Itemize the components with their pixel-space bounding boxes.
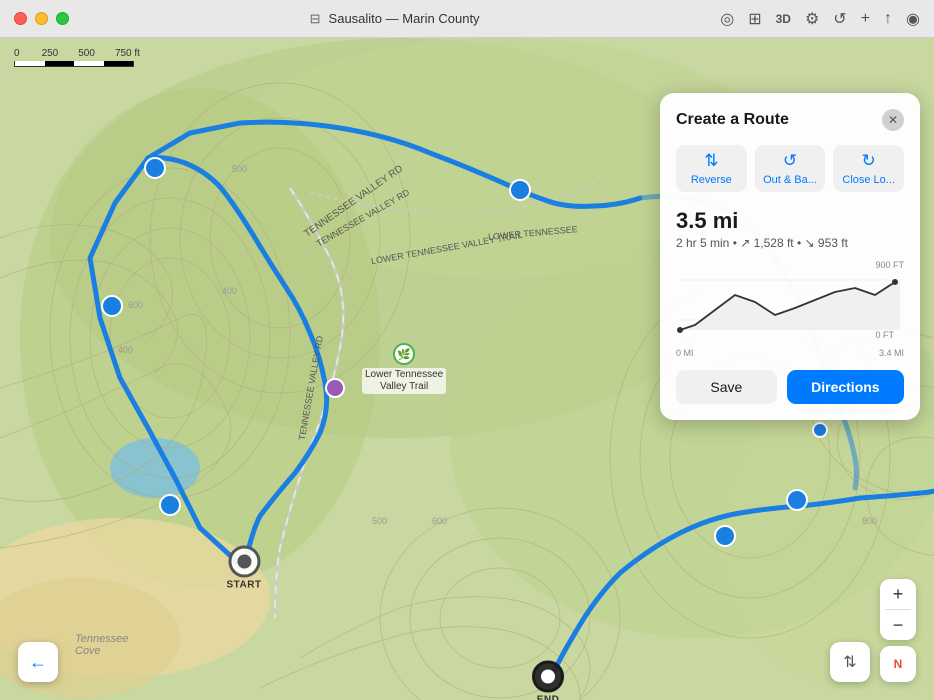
panel-buttons: Save Directions — [676, 370, 904, 404]
elevation-svg — [676, 260, 904, 340]
elevation-end-x: 3.4 MI — [879, 348, 904, 358]
svg-text:→: → — [515, 186, 525, 197]
distance-display: 3.5 mi — [676, 208, 904, 234]
svg-text:↑: ↑ — [168, 501, 173, 512]
zoom-in-button[interactable]: + — [880, 579, 916, 609]
elevation-x-labels: 0 MI 3.4 MI — [676, 348, 904, 358]
svg-text:←: ← — [720, 532, 730, 543]
scale-label-500: 500 — [78, 48, 95, 59]
end-marker: END — [532, 661, 564, 700]
scale-seg-4 — [104, 61, 134, 66]
map[interactable]: → ↑ ↑ → → ← TENNESSEE VALLEY RD LOWER TE… — [0, 38, 934, 700]
close-loop-button[interactable]: ↻ Close Lo... — [833, 145, 904, 192]
scale-seg-3 — [74, 61, 104, 66]
close-button[interactable] — [14, 12, 27, 25]
reverse-icon: ⇅ — [704, 151, 718, 171]
scale-label-750: 750 ft — [115, 48, 140, 59]
svg-text:→: → — [150, 164, 160, 175]
poi-container: 🌿 Lower TennesseeValley Trail — [362, 343, 446, 394]
action-buttons: ⇅ Reverse ↺ Out & Ba... ↻ Close Lo... — [676, 145, 904, 192]
scale-labels: 0 250 500 750 ft — [14, 48, 140, 59]
start-marker: START — [226, 546, 261, 591]
back-icon: ← — [29, 652, 47, 673]
3d-icon[interactable]: 3D — [776, 12, 791, 26]
elevation-min-label: 0 FT — [875, 330, 904, 340]
account-icon[interactable]: ◉ — [906, 9, 920, 29]
window-icon: ⊟ — [310, 11, 321, 27]
end-label: END — [537, 695, 560, 700]
maximize-button[interactable] — [56, 12, 69, 25]
route-filter-icon: ⇅ — [843, 652, 856, 672]
add-icon[interactable]: + — [861, 10, 870, 28]
scale-label-0: 0 — [14, 48, 20, 59]
window-title: Sausalito — Marin County — [329, 11, 480, 26]
end-marker-dot — [541, 670, 555, 684]
reverse-button[interactable]: ⇅ Reverse — [676, 145, 747, 192]
end-marker-ring — [532, 661, 564, 693]
traffic-lights — [14, 12, 69, 25]
scale-label-250: 250 — [42, 48, 59, 59]
location-icon[interactable]: ◎ — [720, 9, 734, 29]
start-marker-dot — [237, 555, 251, 569]
traffic-icon[interactable]: ⚙ — [805, 9, 819, 29]
share-icon[interactable]: ↑ — [884, 10, 892, 28]
compass-button[interactable]: N — [880, 646, 916, 682]
scale-seg-1 — [15, 61, 45, 66]
close-loop-icon: ↻ — [862, 151, 876, 171]
save-button[interactable]: Save — [676, 370, 777, 404]
refresh-icon[interactable]: ↺ — [833, 9, 846, 29]
panel-close-button[interactable]: ✕ — [882, 109, 904, 131]
stats-detail: 2 hr 5 min • ↗ 1,528 ft • ↘ 953 ft — [676, 236, 904, 250]
route-filter-button[interactable]: ⇅ — [830, 642, 870, 682]
compass-label: N — [894, 657, 903, 671]
scale-seg-2 — [45, 61, 75, 66]
scale-bar: 0 250 500 750 ft — [14, 48, 140, 67]
start-marker-ring — [228, 546, 260, 578]
out-back-icon: ↺ — [783, 151, 797, 171]
zoom-controls: + − — [880, 579, 916, 640]
titlebar: ⊟ Sausalito — Marin County ◎ ⊞ 3D ⚙ ↺ + … — [0, 0, 934, 38]
route-panel: Create a Route ✕ ⇅ Reverse ↺ Out & Ba...… — [660, 93, 920, 420]
poi-icon: 🌿 — [393, 343, 415, 365]
panel-header: Create a Route ✕ — [676, 109, 904, 131]
scale-line — [14, 61, 134, 67]
elevation-y-labels: 900 FT 0 FT — [875, 260, 904, 340]
elevation-chart: 900 FT 0 FT — [676, 260, 904, 340]
titlebar-right-controls: ◎ ⊞ 3D ⚙ ↺ + ↑ ◉ — [720, 9, 920, 29]
title-area: ⊟ Sausalito — Marin County — [69, 11, 720, 27]
elevation-start-x: 0 MI — [676, 348, 694, 358]
poi-label: Lower TennesseeValley Trail — [362, 368, 446, 394]
svg-text:↑: ↑ — [110, 302, 115, 313]
zoom-out-button[interactable]: − — [880, 610, 916, 640]
map-layers-icon[interactable]: ⊞ — [748, 9, 761, 29]
out-and-back-button[interactable]: ↺ Out & Ba... — [755, 145, 826, 192]
start-label: START — [226, 580, 261, 591]
panel-title: Create a Route — [676, 111, 789, 129]
close-loop-label: Close Lo... — [842, 174, 895, 186]
svg-text:→: → — [792, 496, 802, 507]
back-button[interactable]: ← — [18, 642, 58, 682]
elevation-max-label: 900 FT — [875, 260, 904, 270]
reverse-label: Reverse — [691, 174, 732, 186]
map-controls: + − N — [880, 579, 916, 682]
minimize-button[interactable] — [35, 12, 48, 25]
directions-button[interactable]: Directions — [787, 370, 904, 404]
stats-area: 3.5 mi 2 hr 5 min • ↗ 1,528 ft • ↘ 953 f… — [676, 208, 904, 358]
out-back-label: Out & Ba... — [763, 174, 817, 186]
